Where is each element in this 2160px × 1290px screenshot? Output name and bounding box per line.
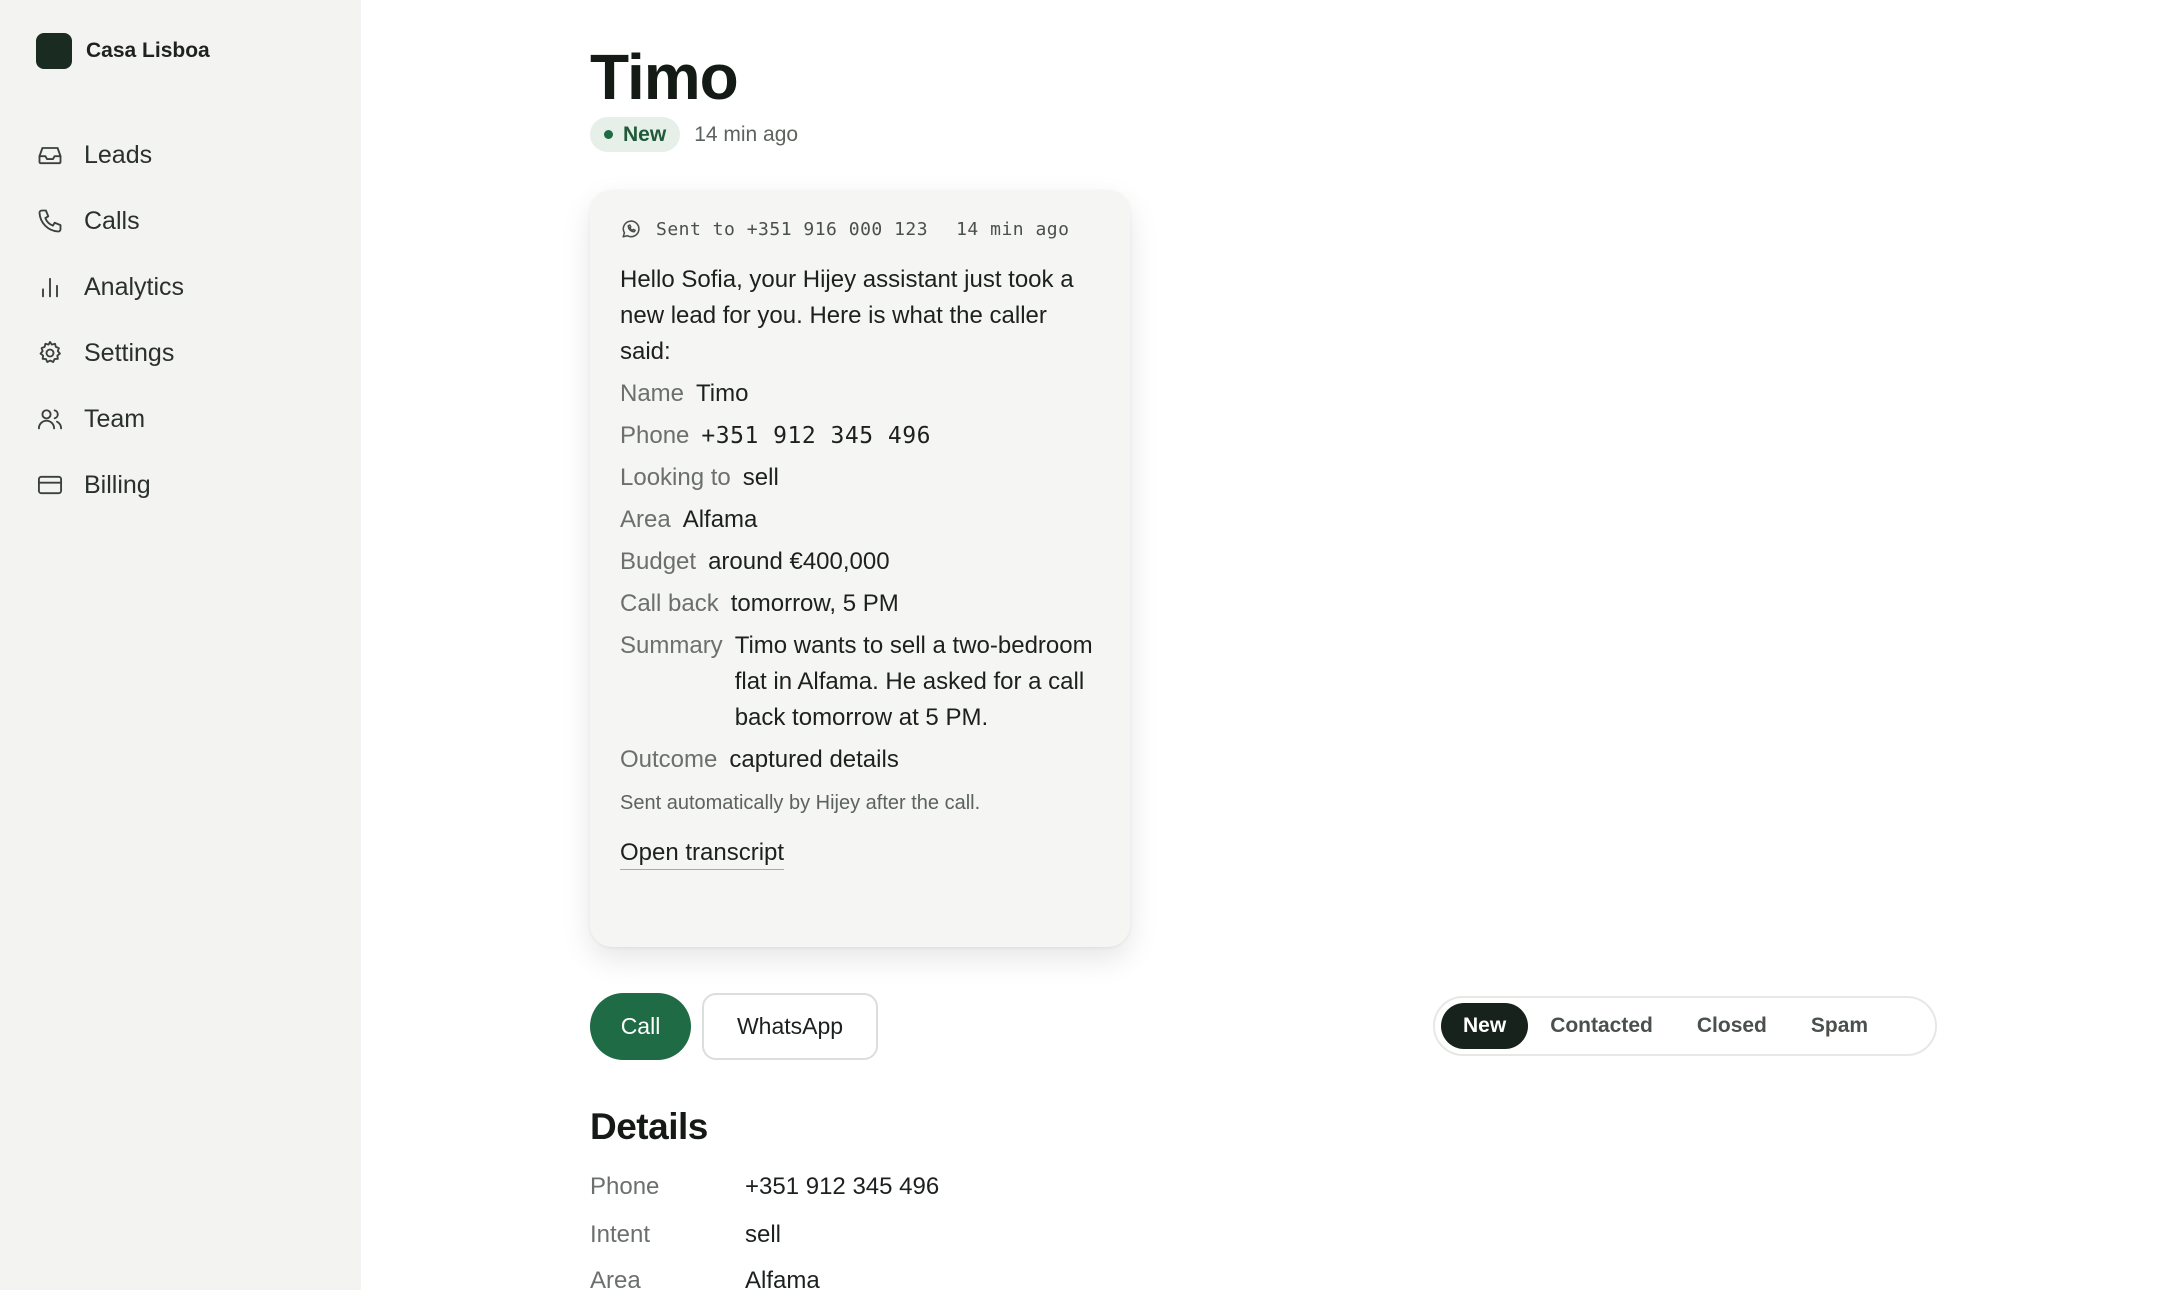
status-segmented-control: New Contacted Closed Spam <box>1433 996 1937 1056</box>
message-field-budget: Budget around €400,000 <box>620 544 1100 580</box>
field-label: Budget <box>620 548 697 575</box>
sidebar-item-calls[interactable]: Calls <box>36 188 336 254</box>
sidebar: Casa Lisboa Leads Calls Analytics Settin… <box>0 0 361 1290</box>
bar-chart-icon <box>42 277 58 298</box>
field-label: Call back <box>620 590 719 617</box>
status-option-contacted[interactable]: Contacted <box>1528 1003 1675 1049</box>
detail-row-area: Area Alfama <box>590 1267 820 1290</box>
sidebar-item-label: Calls <box>84 206 140 235</box>
field-label: Summary <box>620 632 723 659</box>
whatsapp-button[interactable]: WhatsApp <box>702 993 878 1060</box>
message-field-name: Name Timo <box>620 376 1100 412</box>
field-label: Name <box>620 380 685 407</box>
call-button[interactable]: Call <box>590 993 691 1060</box>
status-badge-label: New <box>623 122 667 146</box>
detail-value: Alfama <box>745 1267 820 1290</box>
field-value: Timo <box>696 380 749 407</box>
details-heading: Details <box>590 1106 708 1147</box>
sidebar-item-label: Settings <box>84 338 175 367</box>
status-option-new[interactable]: New <box>1441 1003 1529 1049</box>
detail-label: Phone <box>590 1173 660 1200</box>
brand[interactable]: Casa Lisboa <box>36 33 210 69</box>
detail-value: +351 912 345 496 <box>745 1173 940 1200</box>
detail-label: Intent <box>590 1221 651 1248</box>
message-field-summary: Summary Timo wants to sell a two-bedroom… <box>620 628 1100 736</box>
field-label: Looking to <box>620 464 731 491</box>
phone-icon <box>38 209 62 233</box>
lead-meta: New 14 min ago <box>590 117 798 152</box>
whatsapp-icon <box>622 220 640 238</box>
sidebar-item-billing[interactable]: Billing <box>36 452 336 518</box>
sidebar-item-analytics[interactable]: Analytics <box>36 254 336 320</box>
users-icon <box>37 409 63 430</box>
sidebar-item-leads[interactable]: Leads <box>36 122 336 188</box>
sidebar-item-label: Leads <box>84 140 153 169</box>
sidebar-nav: Leads Calls Analytics Settings Team Bill… <box>36 122 336 518</box>
field-value: around €400,000 <box>708 548 890 575</box>
sidebar-item-team[interactable]: Team <box>36 386 336 452</box>
status-dot-icon <box>604 130 613 139</box>
gear-icon <box>39 340 61 363</box>
field-label: Area <box>620 506 671 533</box>
status-option-closed[interactable]: Closed <box>1675 1003 1789 1049</box>
message-field-phone: Phone +351 912 345 496 <box>620 418 1100 454</box>
brand-name: Casa Lisboa <box>86 39 210 62</box>
field-value: Timo wants to sell a two-bedroom flat in… <box>734 632 1093 731</box>
inbox-icon <box>38 147 62 165</box>
sidebar-item-label: Team <box>84 404 146 433</box>
detail-row-intent: Intent sell <box>590 1221 781 1249</box>
page-title: Timo <box>590 41 739 113</box>
lead-time-ago: 14 min ago <box>694 122 799 146</box>
app: Casa Lisboa Leads Calls Analytics Settin… <box>0 0 2160 1290</box>
open-transcript-link[interactable]: Open transcript <box>620 839 785 870</box>
detail-label: Area <box>590 1267 641 1290</box>
message-intro: Hello Sofia, your Hijey assistant just t… <box>620 266 1074 365</box>
sidebar-item-label: Analytics <box>84 272 185 301</box>
status-option-spam[interactable]: Spam <box>1789 1003 1890 1049</box>
brand-logo <box>36 33 72 69</box>
status-badge: New <box>590 117 681 152</box>
field-value: captured details <box>729 746 899 773</box>
field-label: Outcome <box>620 746 718 773</box>
sidebar-item-settings[interactable]: Settings <box>36 320 336 386</box>
field-value: tomorrow, 5 PM <box>730 590 899 617</box>
sidebar-item-label: Billing <box>84 470 151 499</box>
detail-row-phone: Phone +351 912 345 496 <box>590 1173 939 1201</box>
message-note: Sent automatically by Hijey after the ca… <box>620 792 981 814</box>
message-field-outcome: Outcome captured details <box>620 742 1100 778</box>
field-value: sell <box>742 464 779 491</box>
field-value: +351 912 345 496 <box>701 423 931 449</box>
detail-value: sell <box>745 1221 782 1248</box>
message-time: 14 min ago <box>956 218 1070 240</box>
message-field-call-back: Call back tomorrow, 5 PM <box>620 586 1100 622</box>
message-recipient: Sent to +351 916 000 123 <box>656 218 929 240</box>
message-header: Sent to +351 916 000 123 14 min ago <box>620 218 1100 240</box>
whatsapp-message-card: Sent to +351 916 000 123 14 min ago Hell… <box>590 190 1130 947</box>
message-field-area: Area Alfama <box>620 502 1100 538</box>
credit-card-icon <box>37 475 63 495</box>
field-label: Phone <box>620 422 690 449</box>
field-value: Alfama <box>682 506 758 533</box>
message-field-looking-to: Looking to sell <box>620 460 1100 496</box>
